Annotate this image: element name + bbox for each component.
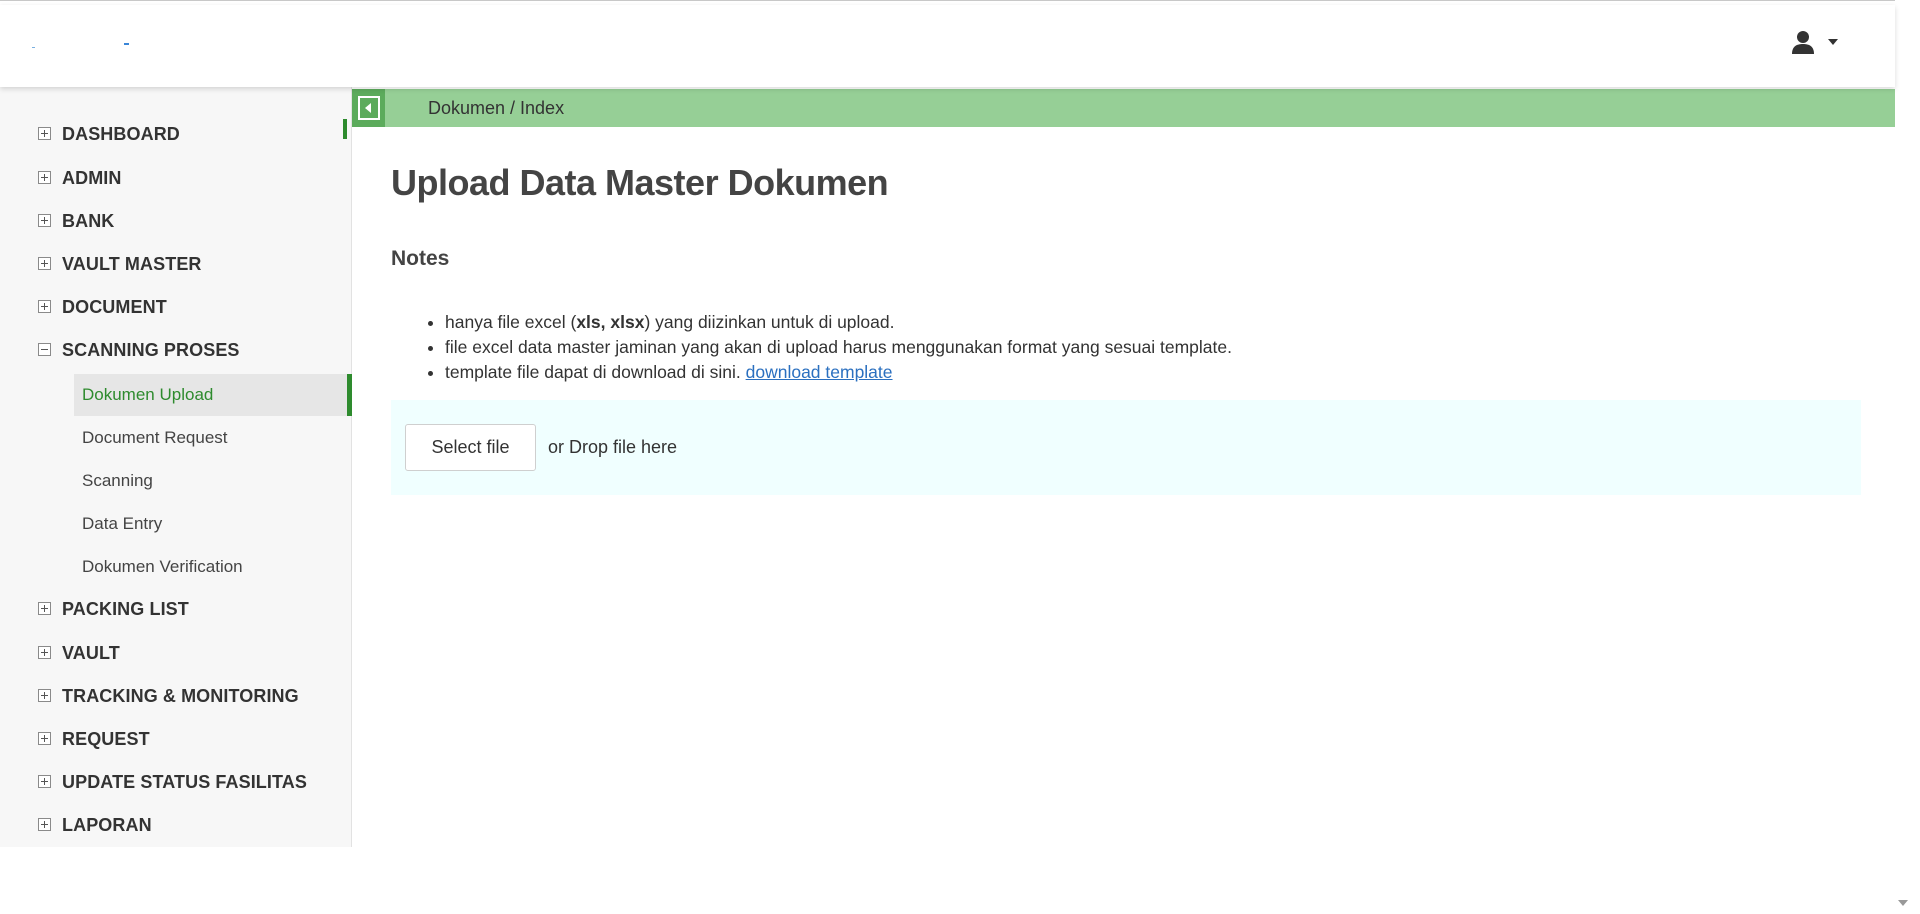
sidebar-item-label: UPDATE STATUS FASILITAS — [62, 771, 307, 792]
sidebar-subitem-dokumen-verification[interactable]: Dokumen Verification — [74, 546, 352, 588]
plus-square-icon — [38, 300, 51, 313]
sidebar-item-label: PACKING LIST — [62, 598, 189, 619]
plus-square-icon — [38, 689, 51, 702]
note-file-types: xls, xlsx — [576, 312, 645, 332]
note-text: template file dapat di download di sini. — [445, 362, 746, 382]
sidebar-item-label: LAPORAN — [62, 814, 152, 835]
app-logo[interactable] — [30, 41, 130, 51]
sidebar-collapse-button[interactable] — [352, 89, 385, 127]
user-icon — [1792, 31, 1814, 54]
sidebar-subitem-document-request[interactable]: Document Request — [74, 417, 352, 459]
sidebar-item-update-status-fasilitas[interactable]: UPDATE STATUS FASILITAS — [0, 762, 352, 802]
sidebar-item-laporan[interactable]: LAPORAN — [0, 805, 352, 845]
sidebar-subitem-scanning[interactable]: Scanning — [74, 460, 352, 502]
sidebar-item-admin[interactable]: ADMIN — [0, 158, 352, 198]
plus-square-icon — [38, 732, 51, 745]
minus-square-icon — [38, 343, 51, 356]
notes-list: hanya file excel (xls, xlsx) yang diizin… — [445, 310, 1232, 385]
sidebar-item-bank[interactable]: BANK — [0, 201, 352, 241]
scroll-down-arrow-icon[interactable] — [1898, 900, 1908, 906]
notes-title: Notes — [391, 247, 450, 270]
sidebar-subitem-label: Dokumen Verification — [82, 557, 243, 576]
plus-square-icon — [38, 257, 51, 270]
sidebar-subitem-data-entry[interactable]: Data Entry — [74, 503, 352, 545]
download-template-link[interactable]: download template — [746, 362, 893, 382]
file-drop-zone[interactable]: Select file or Drop file here — [391, 400, 1861, 495]
plus-square-icon — [38, 818, 51, 831]
sidebar-subitem-label: Scanning — [82, 471, 153, 490]
sidebar-item-label: SCANNING PROSES — [62, 339, 240, 360]
user-menu[interactable] — [1790, 27, 1852, 57]
sidebar-item-label: ADMIN — [62, 167, 122, 188]
sidebar-item-packing-list[interactable]: PACKING LIST — [0, 589, 352, 629]
top-header — [0, 5, 1895, 87]
sidebar-item-label: VAULT MASTER — [62, 253, 202, 274]
sidebar-item-vault-master[interactable]: VAULT MASTER — [0, 244, 352, 284]
sidebar-item-vault[interactable]: VAULT — [0, 633, 352, 673]
plus-square-icon — [38, 214, 51, 227]
logo-mark-left — [32, 47, 35, 48]
sidebar-item-dashboard[interactable]: DASHBOARD — [0, 114, 352, 154]
sidebar-subitem-label: Data Entry — [82, 514, 163, 533]
plus-square-icon — [38, 127, 51, 140]
sidebar-item-label: REQUEST — [62, 728, 150, 749]
caret-down-icon — [1828, 39, 1838, 45]
sidebar-item-label: VAULT — [62, 642, 120, 663]
page-title: Upload Data Master Dokumen — [391, 162, 889, 203]
sidebar-item-document[interactable]: DOCUMENT — [0, 287, 352, 327]
drop-file-hint: or Drop file here — [548, 437, 678, 457]
sidebar-item-label: DASHBOARD — [62, 123, 180, 144]
note-item: hanya file excel (xls, xlsx) yang diizin… — [445, 310, 1232, 335]
note-text: hanya file excel ( — [445, 312, 577, 332]
logo-mark-right — [124, 43, 129, 45]
sidebar-subitem-label: Document Request — [82, 428, 228, 447]
sidebar-item-label: DOCUMENT — [62, 296, 167, 317]
plus-square-icon — [38, 646, 51, 659]
plus-square-icon — [38, 171, 51, 184]
note-item: file excel data master jaminan yang akan… — [445, 335, 1232, 360]
sidebar-subitem-dokumen-upload[interactable]: Dokumen Upload — [74, 374, 352, 416]
note-item: template file dapat di download di sini.… — [445, 360, 1232, 385]
active-indicator — [347, 374, 352, 416]
note-text: file excel data master jaminan yang akan… — [445, 337, 1232, 357]
breadcrumb-bar: Dokumen / Index — [352, 89, 1895, 127]
sidebar-subitem-label: Dokumen Upload — [82, 385, 214, 404]
breadcrumb: Dokumen / Index — [428, 98, 565, 118]
sidebar-item-tracking-monitoring[interactable]: TRACKING & MONITORING — [0, 676, 352, 716]
note-text: ) yang diizinkan untuk di upload. — [644, 312, 895, 332]
plus-square-icon — [38, 775, 51, 788]
sidebar-item-label: TRACKING & MONITORING — [62, 685, 299, 706]
sidebar-collapse-icon — [357, 96, 380, 120]
sidebar-item-label: BANK — [62, 210, 115, 231]
sidebar-item-scanning-proses[interactable]: SCANNING PROSES — [0, 330, 352, 370]
plus-square-icon — [38, 602, 51, 615]
select-file-button[interactable]: Select file — [405, 424, 536, 471]
sidebar-item-request[interactable]: REQUEST — [0, 719, 352, 759]
